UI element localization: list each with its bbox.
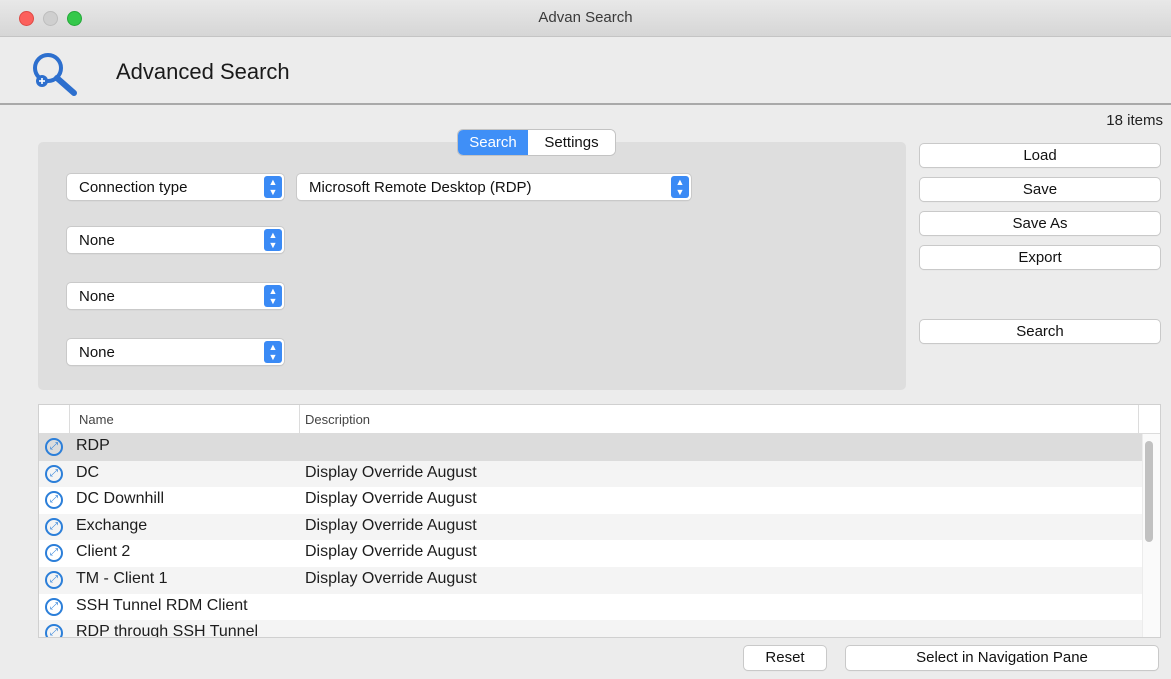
updown-chevron-icon: ▲ ▼ <box>264 229 282 251</box>
criteria-field-select-4[interactable]: None ▲ ▼ <box>67 339 284 365</box>
table-row[interactable]: ⤢ Exchange Display Override August <box>39 513 1143 541</box>
export-button[interactable]: Export <box>920 246 1160 269</box>
updown-chevron-icon: ▲ ▼ <box>264 176 282 198</box>
save-as-button[interactable]: Save As <box>920 212 1160 235</box>
search-button[interactable]: Search <box>920 320 1160 343</box>
criteria-field-select-2[interactable]: None ▲ ▼ <box>67 227 284 253</box>
page-header: Advanced Search <box>0 37 1171 105</box>
tab-settings[interactable]: Settings <box>528 130 615 155</box>
column-header-name[interactable]: Name <box>79 412 114 427</box>
rdp-connection-icon: ⤢ <box>45 438 63 456</box>
table-row[interactable]: ⤢ DC Display Override August <box>39 460 1143 488</box>
table-row[interactable]: ⤢ RDP through SSH Tunnel <box>39 620 1143 638</box>
table-row[interactable]: ⤢ DC Downhill Display Override August <box>39 487 1143 514</box>
row-description: Display Override August <box>305 516 477 534</box>
advanced-search-icon <box>33 53 77 96</box>
table-row[interactable]: ⤢ RDP <box>39 434 1143 461</box>
table-header: Name Description <box>39 405 1160 434</box>
column-divider <box>69 405 70 433</box>
rdp-connection-icon: ⤢ <box>45 464 63 483</box>
table-row[interactable]: ⤢ SSH Tunnel RDM Client <box>39 594 1143 621</box>
select-value: Connection type <box>79 179 188 196</box>
criteria-value-select-1[interactable]: Microsoft Remote Desktop (RDP) ▲ ▼ <box>297 174 691 200</box>
load-button[interactable]: Load <box>920 144 1160 167</box>
window-title: Advan Search <box>538 9 633 26</box>
criteria-field-select-3[interactable]: None ▲ ▼ <box>67 283 284 309</box>
criteria-field-select-1[interactable]: Connection type ▲ ▼ <box>67 174 284 200</box>
reset-button[interactable]: Reset <box>744 646 826 670</box>
updown-chevron-icon: ▲ ▼ <box>264 341 282 363</box>
tab-search[interactable]: Search <box>458 130 528 155</box>
rdp-connection-icon: ⤢ <box>45 624 63 637</box>
select-value: Microsoft Remote Desktop (RDP) <box>309 179 532 196</box>
select-value: None <box>79 344 115 361</box>
row-name: Exchange <box>76 516 148 534</box>
updown-chevron-icon: ▲ ▼ <box>671 176 689 198</box>
results-table: Name Description ⤢ RDP ⤢ DC Display Over… <box>38 404 1161 638</box>
row-name: TM - Client 1 <box>76 569 168 587</box>
mode-tabs: Search Settings <box>458 130 615 155</box>
column-divider <box>299 405 300 433</box>
column-header-description[interactable]: Description <box>305 412 370 427</box>
title-bar: Advan Search <box>0 0 1171 37</box>
table-row[interactable]: ⤢ TM - Client 1 Display Override August <box>39 566 1143 594</box>
updown-chevron-icon: ▲ ▼ <box>264 285 282 307</box>
row-description: Display Override August <box>305 543 477 561</box>
rdp-connection-icon: ⤢ <box>45 517 63 536</box>
row-name: SSH Tunnel RDM Client <box>76 596 248 614</box>
select-value: None <box>79 288 115 305</box>
row-name: DC <box>76 463 100 481</box>
select-value: None <box>79 232 115 249</box>
rdp-connection-icon: ⤢ <box>45 491 63 510</box>
row-description: Display Override August <box>305 463 477 481</box>
save-button[interactable]: Save <box>920 178 1160 201</box>
rdp-connection-icon: ⤢ <box>45 570 63 589</box>
row-description: Display Override August <box>305 569 477 587</box>
row-description: Display Override August <box>305 490 477 508</box>
row-name: Client 2 <box>76 543 131 561</box>
table-row[interactable]: ⤢ Client 2 Display Override August <box>39 540 1143 567</box>
table-body: ⤢ RDP ⤢ DC Display Override August ⤢ DC … <box>39 434 1143 638</box>
page-title: Advanced Search <box>116 59 290 84</box>
vertical-scrollbar-thumb[interactable] <box>1145 441 1153 542</box>
rdp-connection-icon: ⤢ <box>45 544 63 563</box>
item-count: 18 items <box>1106 112 1163 129</box>
row-name: RDP through SSH Tunnel <box>76 623 259 638</box>
row-name: DC Downhill <box>76 490 165 508</box>
select-in-navigation-pane-button[interactable]: Select in Navigation Pane <box>846 646 1158 670</box>
column-divider <box>1138 405 1139 433</box>
ssh-tunnel-icon: ⤢ <box>45 597 63 616</box>
row-name: RDP <box>76 437 110 454</box>
